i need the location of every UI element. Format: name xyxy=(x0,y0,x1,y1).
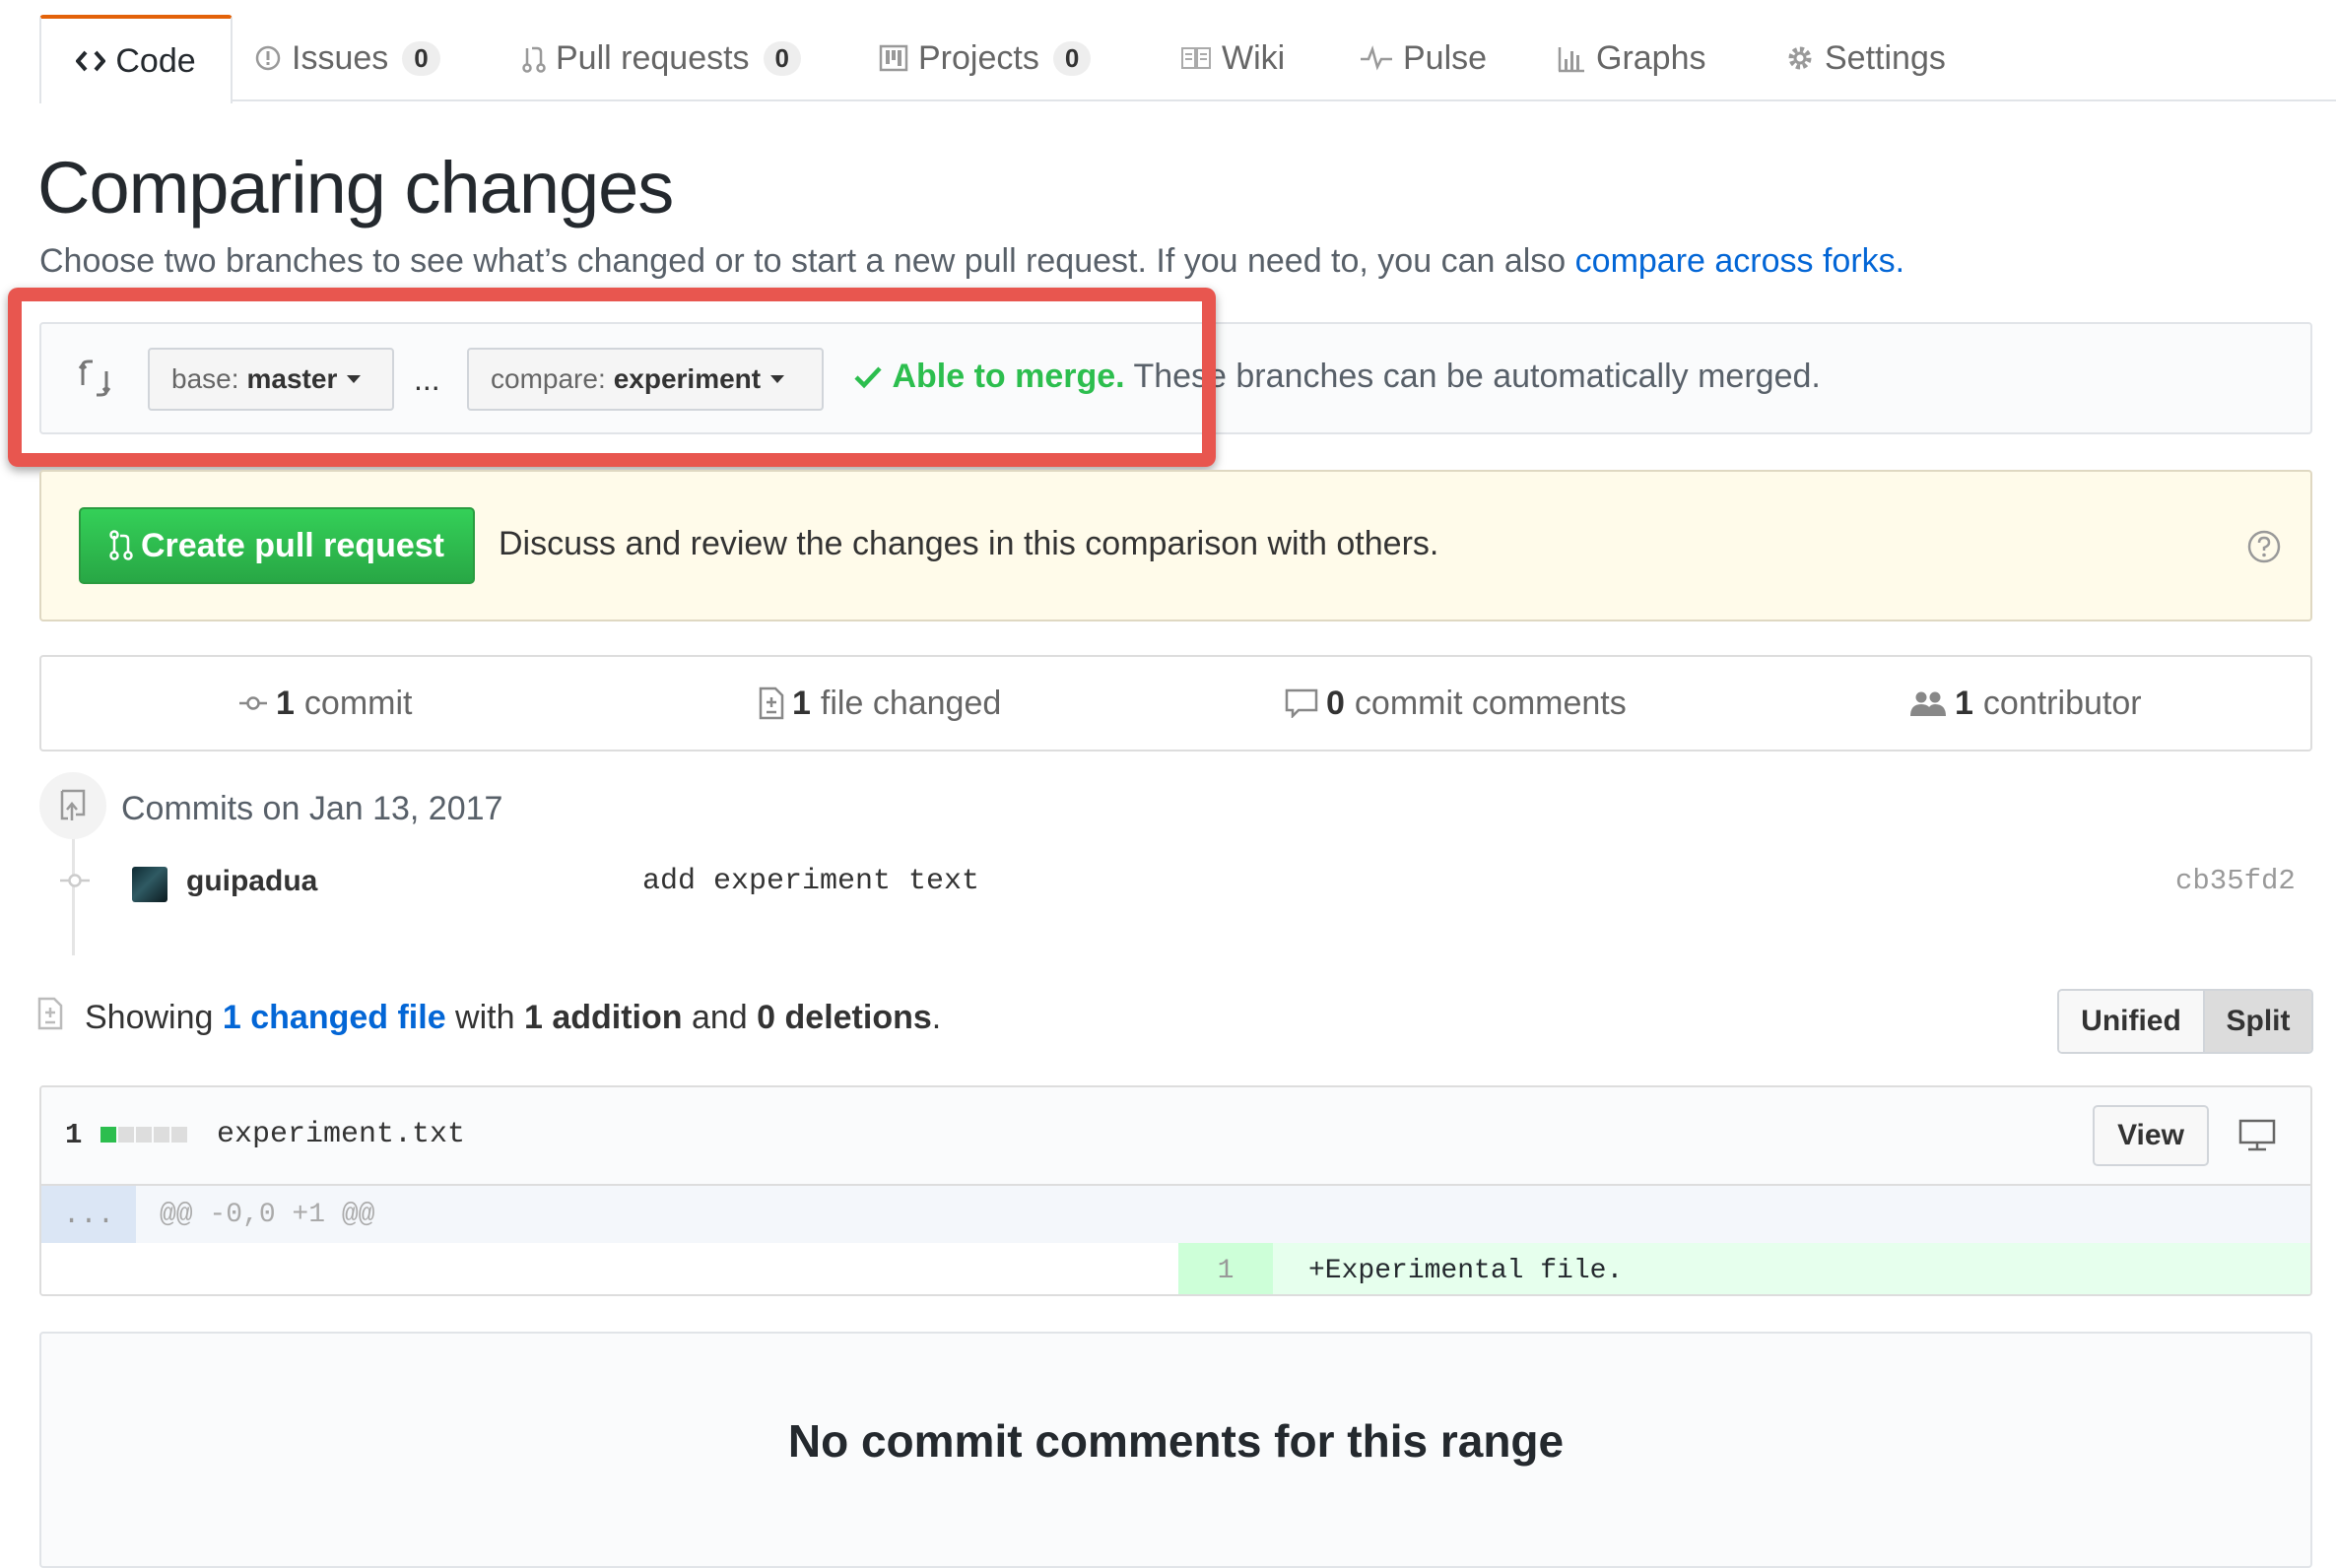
diff-view-switch: Unified Split xyxy=(2057,989,2313,1054)
files-count: 1 xyxy=(792,684,811,722)
contributors-count: 1 xyxy=(1955,684,1973,722)
diffstat-neutral-block xyxy=(171,1127,187,1143)
book-icon xyxy=(1181,47,1211,69)
pr-description: Discuss and review the changes in this c… xyxy=(499,525,1439,562)
page-subtitle: Choose two branches to see what’s change… xyxy=(39,242,1904,281)
split-view-button[interactable]: Split xyxy=(2205,991,2311,1052)
issue-opened-icon xyxy=(255,45,281,71)
summary-commits[interactable]: 1 commit xyxy=(238,657,412,750)
tab-pulse-label: Pulse xyxy=(1403,38,1488,77)
commit-date-badge xyxy=(39,772,106,839)
toc-period: . xyxy=(931,999,942,1036)
tab-wiki[interactable]: Wiki xyxy=(1180,15,1285,101)
files-label: file changed xyxy=(820,684,1002,722)
file-diff-icon xyxy=(759,686,784,720)
pulse-icon xyxy=(1361,45,1392,71)
avatar[interactable] xyxy=(132,867,167,902)
added-line-code: +Experimental file. xyxy=(1273,1243,2310,1294)
diffstat-addition-block xyxy=(100,1127,116,1143)
repo-nav: Code Issues 0 Pull requests 0 Projects 0… xyxy=(39,15,2336,103)
code-icon xyxy=(76,50,106,72)
diffstat-neutral-block xyxy=(154,1127,169,1143)
view-file-button[interactable]: View xyxy=(2093,1105,2209,1166)
file-diff-icon xyxy=(37,997,63,1030)
compare-across-forks-link[interactable]: compare across forks. xyxy=(1575,242,1904,280)
tab-projects-label: Projects xyxy=(918,38,1039,77)
added-line-number[interactable]: 1 xyxy=(1178,1243,1273,1294)
added-line-row: 1 +Experimental file. xyxy=(41,1243,2310,1294)
file-header: 1 experiment.txt View xyxy=(41,1087,2310,1186)
commit-comments-blankslate: No commit comments for this range xyxy=(39,1332,2312,1568)
commit-date-heading: Commits on Jan 13, 2017 xyxy=(121,790,503,827)
tab-pulse[interactable]: Pulse xyxy=(1360,15,1487,101)
git-pull-request-icon xyxy=(522,46,546,73)
gear-icon xyxy=(1788,46,1812,70)
diffstat-count: 1 xyxy=(65,1119,83,1151)
tab-issues-label: Issues xyxy=(292,38,389,77)
summary-comments[interactable]: 0 commit comments xyxy=(1285,657,1627,750)
project-icon xyxy=(879,44,908,72)
commits-count: 1 xyxy=(276,684,295,722)
commit-sha[interactable]: cb35fd2 xyxy=(2175,865,2296,897)
graph-icon xyxy=(1558,47,1584,73)
comments-label: commit comments xyxy=(1354,684,1627,722)
comment-icon xyxy=(1285,688,1318,718)
create-pull-request-button[interactable]: Create pull request xyxy=(79,507,475,584)
git-pull-request-icon xyxy=(109,530,133,560)
tab-code[interactable]: Code xyxy=(39,15,233,103)
tab-projects[interactable]: Projects 0 xyxy=(879,15,1092,101)
hunk-header: @@ -0,0 +1 @@ xyxy=(160,1200,375,1230)
additions-count: 1 addition xyxy=(523,999,683,1036)
tab-settings[interactable]: Settings xyxy=(1785,15,1946,101)
numbers-summary: 1 commit 1 file changed 0 commit comments 1… xyxy=(39,655,2312,751)
organization-icon xyxy=(1910,691,1946,716)
tab-pull-requests[interactable]: Pull requests 0 xyxy=(522,15,802,101)
tab-wiki-label: Wiki xyxy=(1222,38,1286,77)
diffstat-neutral-block xyxy=(136,1127,152,1143)
subtitle-text: Choose two branches to see what’s change… xyxy=(39,242,1575,280)
create-pull-request-label: Create pull request xyxy=(141,526,444,564)
page-title: Comparing changes xyxy=(37,147,674,229)
issues-counter: 0 xyxy=(402,40,440,76)
unified-view-button[interactable]: Unified xyxy=(2059,991,2205,1052)
contributors-label: contributor xyxy=(1982,684,2142,722)
tab-issues[interactable]: Issues 0 xyxy=(254,15,440,101)
toc-with: with xyxy=(445,999,524,1036)
device-desktop-icon[interactable] xyxy=(2238,1119,2276,1152)
annotation-highlight-box xyxy=(8,288,1216,467)
commit-author[interactable]: guipadua xyxy=(186,865,317,898)
compare-pr-banner: Create pull request Discuss and review t… xyxy=(39,470,2312,621)
git-commit-icon xyxy=(239,696,267,710)
commits-label: commit xyxy=(303,684,413,722)
pull-requests-counter: 0 xyxy=(763,40,802,76)
file-name[interactable]: experiment.txt xyxy=(217,1118,465,1151)
expand-hunk-button[interactable]: ... xyxy=(41,1186,136,1243)
git-commit-icon xyxy=(60,874,90,887)
hunk-header-row: ... @@ -0,0 +1 @@ xyxy=(41,1186,2310,1243)
deletions-count: 0 deletions xyxy=(757,999,932,1036)
tab-pull-requests-label: Pull requests xyxy=(556,38,750,77)
question-icon[interactable] xyxy=(2246,529,2282,564)
toc-showing: Showing xyxy=(85,999,223,1036)
repo-push-icon xyxy=(60,789,86,820)
merge-text: These branches can be automatically merg… xyxy=(1124,358,1821,395)
comments-count: 0 xyxy=(1326,684,1345,722)
blankslate-title: No commit comments for this range xyxy=(787,1415,1565,1467)
tab-graphs-label: Graphs xyxy=(1596,38,1706,77)
summary-files[interactable]: 1 file changed xyxy=(759,657,1001,750)
diffstat-blocks xyxy=(100,1127,189,1143)
file-diff: 1 experiment.txt View ... @@ -0,0 +1 @@ … xyxy=(39,1085,2312,1296)
toc-summary: Showing 1 changed file with 1 addition a… xyxy=(85,999,941,1037)
projects-counter: 0 xyxy=(1052,40,1092,76)
summary-contributors[interactable]: 1 contributor xyxy=(1909,657,2142,750)
commit-message[interactable]: add experiment text xyxy=(642,865,979,898)
diffstat-neutral-block xyxy=(118,1127,134,1143)
tab-code-label: Code xyxy=(115,41,196,80)
tab-graphs[interactable]: Graphs xyxy=(1557,15,1706,101)
toc-and: and xyxy=(682,999,758,1036)
tab-settings-label: Settings xyxy=(1825,38,1946,77)
changed-files-link[interactable]: 1 changed file xyxy=(223,999,446,1036)
